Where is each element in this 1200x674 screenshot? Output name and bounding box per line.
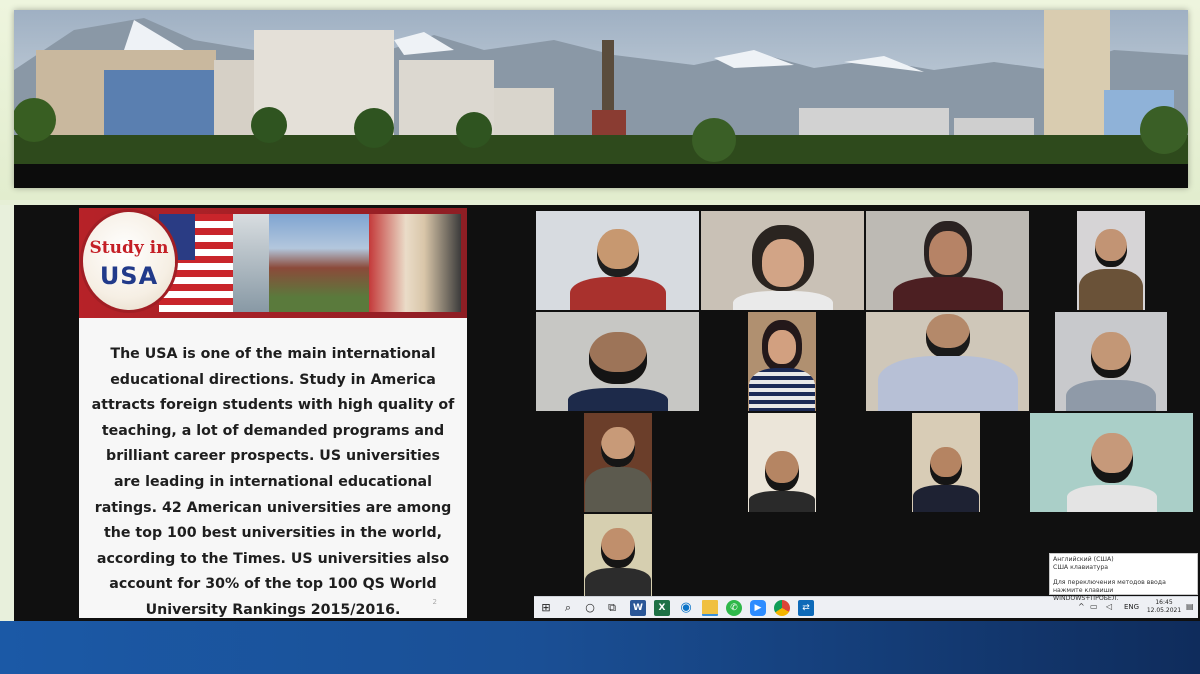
screen-share-area: Study in USA The USA is one of the main …	[0, 205, 1200, 621]
banner-bottom-strip	[14, 164, 1188, 188]
participant-video-tile[interactable]	[912, 413, 980, 512]
participant-video-tile[interactable]	[536, 211, 699, 310]
campus-banner-image	[14, 10, 1188, 188]
excel-icon[interactable]: X	[654, 600, 670, 616]
study-in-usa-badge: Study in USA	[83, 212, 175, 310]
cortana-circle-icon[interactable]: ○	[582, 600, 598, 616]
ime-language-line: Английский (США)	[1053, 556, 1114, 563]
presentation-slide: Study in USA The USA is one of the main …	[79, 208, 467, 618]
search-icon[interactable]: ⌕	[560, 600, 576, 616]
file-explorer-icon[interactable]	[702, 600, 718, 616]
network-icon[interactable]: ▭	[1090, 602, 1098, 611]
word-icon[interactable]: W	[630, 600, 646, 616]
slide-page-number: 2	[432, 598, 437, 606]
participant-video-tile[interactable]	[584, 514, 652, 598]
participant-video-tile[interactable]	[866, 211, 1029, 310]
ime-shortcut-line: WINDOWS+ПРОБЕЛ.	[1053, 595, 1119, 602]
badge-title: Study in	[89, 238, 169, 258]
badge-subtitle: USA	[99, 262, 159, 290]
task-view-icon[interactable]: ⧉	[604, 600, 620, 616]
participant-video-tile[interactable]	[748, 413, 816, 512]
slide-header-image: Study in USA	[79, 208, 467, 318]
tray-chevron-icon[interactable]: ^	[1078, 602, 1085, 611]
university-building-image	[269, 214, 369, 312]
campus-panorama-graphic	[14, 10, 1188, 167]
notifications-icon[interactable]: ▤	[1186, 602, 1194, 611]
clock-date: 12.05.2021	[1146, 607, 1182, 614]
bottom-blue-band	[0, 621, 1200, 674]
banner-frame	[0, 0, 1200, 200]
participant-video-tile[interactable]	[701, 211, 864, 310]
statue-of-liberty-image	[233, 214, 269, 312]
input-method-tooltip: Английский (США) США клавиатура Для пере…	[1049, 553, 1198, 602]
slide-body-text: The USA is one of the main international…	[91, 346, 455, 618]
participant-video-tile[interactable]	[1055, 312, 1167, 411]
video-participants-grid	[530, 208, 1200, 598]
participant-video-tile[interactable]	[536, 312, 699, 411]
participant-video-tile[interactable]	[584, 413, 652, 512]
left-margin	[0, 205, 14, 621]
zoom-icon[interactable]: ▶	[750, 600, 766, 616]
ime-keyboard-line: США клавиатура	[1053, 564, 1109, 571]
windows-start-icon[interactable]: ⊞	[538, 600, 554, 616]
whatsapp-icon[interactable]: ✆	[726, 600, 742, 616]
input-language[interactable]: ENG	[1124, 603, 1139, 611]
chrome-icon[interactable]	[774, 600, 790, 616]
participant-video-tile[interactable]	[1077, 211, 1145, 310]
participant-video-tile[interactable]	[748, 312, 816, 411]
teamviewer-icon[interactable]: ⇄	[798, 600, 814, 616]
ime-hint-line: Для переключения методов ввода нажмите к…	[1053, 579, 1166, 594]
participant-video-tile[interactable]	[1030, 413, 1193, 512]
edge-icon[interactable]: ◉	[678, 600, 694, 616]
participant-video-tile[interactable]	[866, 312, 1029, 411]
volume-icon[interactable]: ◁	[1106, 602, 1112, 611]
students-image	[369, 214, 461, 312]
